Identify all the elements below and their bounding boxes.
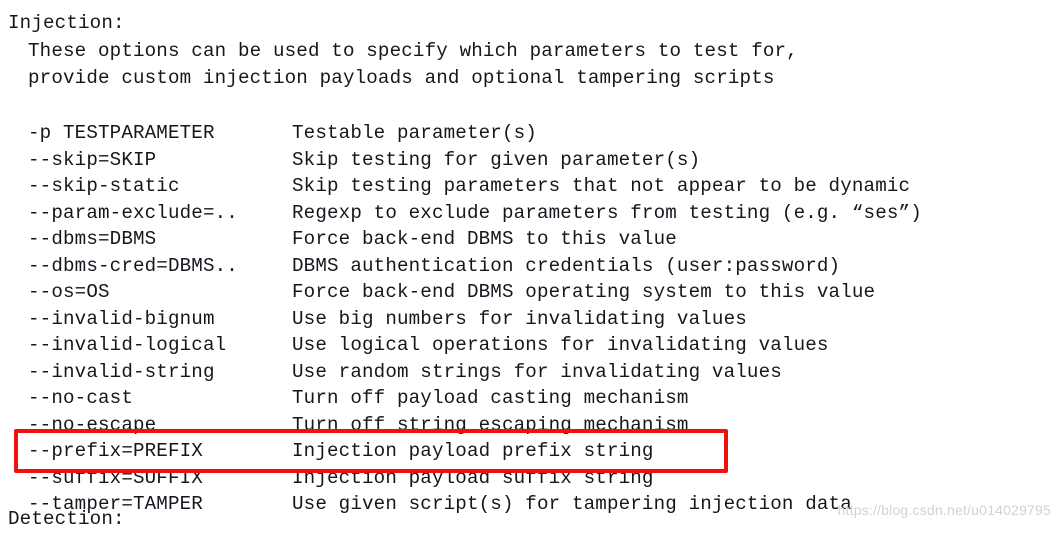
- section-title-detection: Detection:: [8, 508, 125, 530]
- option-description: Skip testing parameters that not appear …: [292, 175, 911, 197]
- section-description-line-1: These options can be used to specify whi…: [28, 40, 798, 62]
- option-flag: --os=OS: [28, 281, 110, 303]
- option-flag: --invalid-logical: [28, 334, 227, 356]
- option-flag: --skip=SKIP: [28, 148, 157, 171]
- option-description: Testable parameter(s): [292, 122, 537, 144]
- option-description: Injection payload prefix string: [292, 440, 654, 462]
- option-description: Use logical operations for invalidating …: [292, 334, 829, 356]
- option-flag: --invalid-string: [28, 360, 215, 383]
- option-flag: --dbms=DBMS: [28, 228, 157, 250]
- option-description: Use big numbers for invalidating values: [292, 307, 747, 330]
- option-row: --skip=SKIP Skip testing for given parame…: [0, 147, 1061, 174]
- option-flag: --suffix=SUFFIX: [28, 466, 203, 489]
- option-description: Turn off payload casting mechanism: [292, 387, 689, 409]
- option-row: -p TESTPARAMETER Testable parameter(s): [0, 120, 1061, 147]
- option-description: Use random strings for invalidating valu…: [292, 360, 782, 383]
- option-row: --os=OS Force back-end DBMS operating sys…: [0, 279, 1061, 306]
- option-flag: --invalid-bignum: [28, 307, 215, 330]
- option-description: Skip testing for given parameter(s): [292, 148, 701, 171]
- option-flag: --prefix=PREFIX: [28, 440, 203, 462]
- option-flag: --dbms-cred=DBMS..: [28, 254, 238, 277]
- option-row: --no-escape Turn off string escaping mech…: [0, 412, 1061, 439]
- option-flag: --skip-static: [28, 175, 180, 197]
- option-flag: -p TESTPARAMETER: [28, 122, 215, 144]
- option-row: --no-cast Turn off payload casting mechan…: [0, 385, 1061, 412]
- option-row: --param-exclude=.. Regexp to exclude para…: [0, 200, 1061, 227]
- option-description: Use given script(s) for tampering inject…: [292, 493, 852, 515]
- option-row: --prefix=PREFIX Injection payload prefix …: [0, 438, 1061, 465]
- option-flag: --no-escape: [28, 413, 157, 436]
- section-title-injection: Injection:: [8, 12, 125, 34]
- option-row: --dbms=DBMS Force back-end DBMS to this v…: [0, 226, 1061, 253]
- option-description: DBMS authentication credentials (user:pa…: [292, 254, 841, 277]
- section-description-line-2: provide custom injection payloads and op…: [28, 66, 775, 89]
- option-flag: --param-exclude=..: [28, 201, 238, 224]
- watermark-url: https://blog.csdn.net/u014029795: [837, 502, 1051, 518]
- option-description: Force back-end DBMS operating system to …: [292, 281, 876, 303]
- option-row: --invalid-bignum Use big numbers for inva…: [0, 306, 1061, 333]
- option-row: --suffix=SUFFIX Injection payload suffix …: [0, 465, 1061, 492]
- terminal-help-output: Injection: These options can be used to …: [0, 0, 1061, 530]
- option-row: --invalid-string Use random strings for i…: [0, 359, 1061, 386]
- option-row: --skip-static Skip testing parameters tha…: [0, 173, 1061, 200]
- option-row: --dbms-cred=DBMS.. DBMS authentication cr…: [0, 253, 1061, 280]
- option-description: Regexp to exclude parameters from testin…: [292, 201, 922, 224]
- option-description: Turn off string escaping mechanism: [292, 413, 689, 436]
- option-description: Injection payload suffix string: [292, 466, 654, 489]
- option-row: --invalid-logical Use logical operations …: [0, 332, 1061, 359]
- option-flag: --no-cast: [28, 387, 133, 409]
- option-description: Force back-end DBMS to this value: [292, 228, 677, 250]
